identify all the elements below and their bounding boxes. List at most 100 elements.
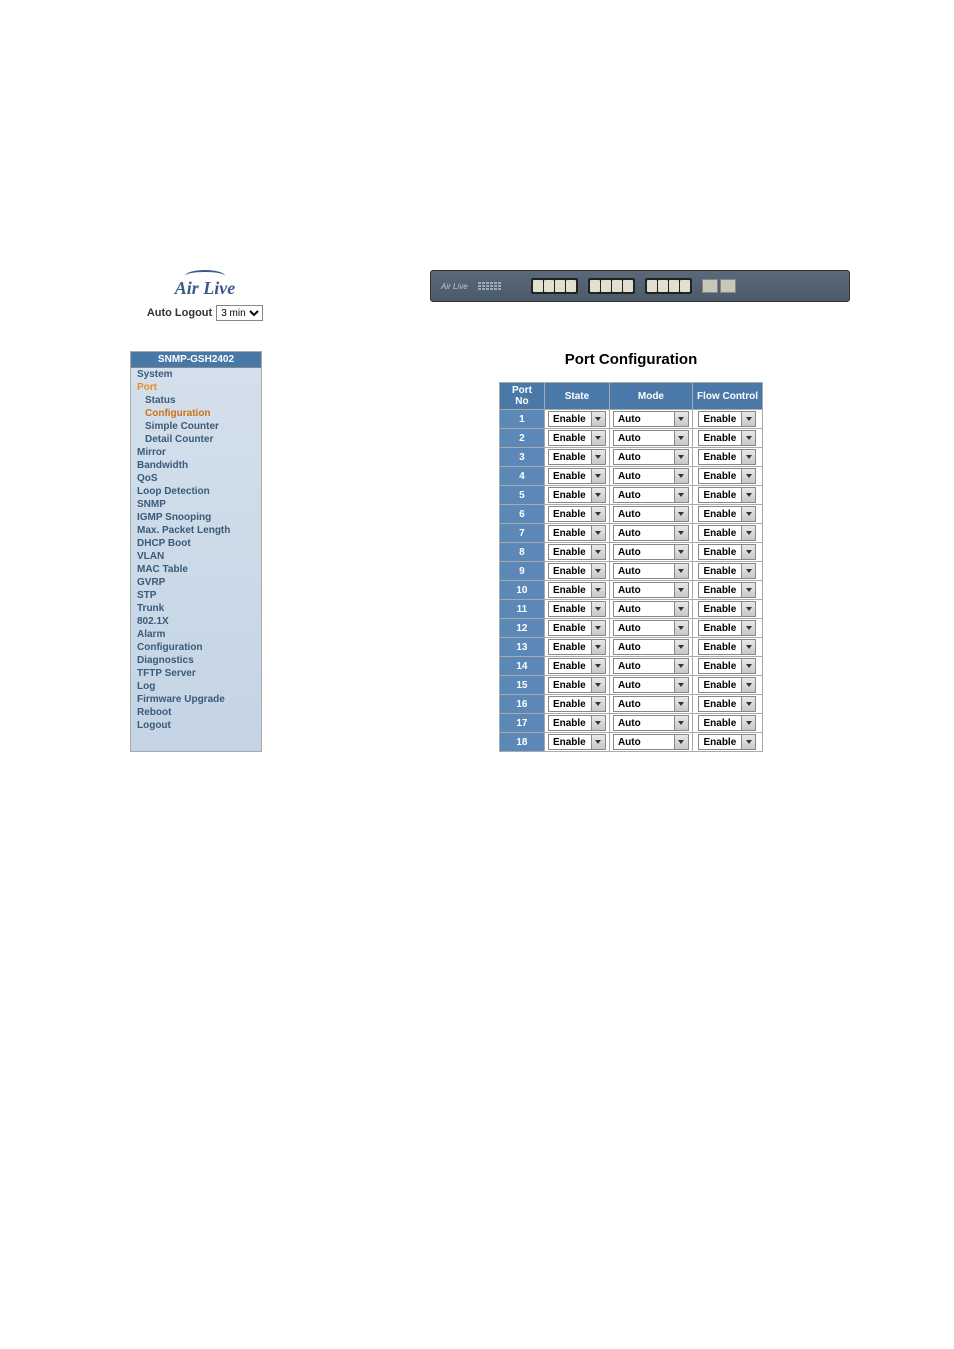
state-select[interactable]: Enable — [548, 449, 606, 465]
flow-select[interactable]: Enable — [698, 525, 756, 541]
table-row: 13EnableAutoEnable — [500, 638, 762, 656]
mode-select[interactable]: Auto — [613, 582, 689, 598]
flow-select[interactable]: Enable — [698, 487, 756, 503]
sidebar-item-reboot[interactable]: Reboot — [131, 706, 261, 719]
state-select[interactable]: Enable — [548, 601, 606, 617]
sidebar-item-simple-counter[interactable]: Simple Counter — [131, 420, 261, 433]
mode-select[interactable]: Auto — [613, 525, 689, 541]
flow-select[interactable]: Enable — [698, 677, 756, 693]
sidebar-item-log[interactable]: Log — [131, 680, 261, 693]
mode-select[interactable]: Auto — [613, 639, 689, 655]
sidebar-item-max-packet-length[interactable]: Max. Packet Length — [131, 524, 261, 537]
mode-select[interactable]: Auto — [613, 506, 689, 522]
state-select[interactable]: Enable — [548, 430, 606, 446]
port-no-cell: 10 — [500, 581, 544, 599]
sidebar-item-802-1x[interactable]: 802.1X — [131, 615, 261, 628]
sidebar-item-vlan[interactable]: VLAN — [131, 550, 261, 563]
flow-select[interactable]: Enable — [698, 658, 756, 674]
sidebar-item-loop-detection[interactable]: Loop Detection — [131, 485, 261, 498]
sidebar-item-mirror[interactable]: Mirror — [131, 446, 261, 459]
mode-select-value: Auto — [614, 490, 674, 501]
sidebar-item-qos[interactable]: QoS — [131, 472, 261, 485]
flow-select[interactable]: Enable — [698, 468, 756, 484]
mode-select-value: Auto — [614, 509, 674, 520]
flow-select[interactable]: Enable — [698, 411, 756, 427]
mode-select[interactable]: Auto — [613, 734, 689, 750]
flow-select[interactable]: Enable — [698, 734, 756, 750]
mode-select[interactable]: Auto — [613, 411, 689, 427]
flow-select[interactable]: Enable — [698, 639, 756, 655]
sidebar-item-configuration[interactable]: Configuration — [131, 641, 261, 654]
flow-select-value: Enable — [699, 414, 741, 425]
sidebar-item-port[interactable]: Port — [131, 381, 261, 394]
state-select[interactable]: Enable — [548, 582, 606, 598]
state-select[interactable]: Enable — [548, 620, 606, 636]
flow-select[interactable]: Enable — [698, 430, 756, 446]
mode-select[interactable]: Auto — [613, 449, 689, 465]
state-select[interactable]: Enable — [548, 544, 606, 560]
sidebar-item-snmp[interactable]: SNMP — [131, 498, 261, 511]
state-select[interactable]: Enable — [548, 411, 606, 427]
sidebar-item-tftp-server[interactable]: TFTP Server — [131, 667, 261, 680]
flow-select[interactable]: Enable — [698, 449, 756, 465]
state-select[interactable]: Enable — [548, 734, 606, 750]
mode-select[interactable]: Auto — [613, 696, 689, 712]
flow-select-cell: Enable — [693, 486, 762, 504]
sidebar-item-mac-table[interactable]: MAC Table — [131, 563, 261, 576]
flow-select-value: Enable — [699, 642, 741, 653]
flow-select[interactable]: Enable — [698, 582, 756, 598]
sidebar-item-detail-counter[interactable]: Detail Counter — [131, 433, 261, 446]
state-select-cell: Enable — [545, 657, 609, 675]
auto-logout-select[interactable]: 3 min — [216, 305, 263, 321]
sidebar-item-system[interactable]: System — [131, 368, 261, 381]
mode-select[interactable]: Auto — [613, 620, 689, 636]
flow-select[interactable]: Enable — [698, 715, 756, 731]
mode-select[interactable]: Auto — [613, 658, 689, 674]
state-select[interactable]: Enable — [548, 639, 606, 655]
sidebar-item-firmware-upgrade[interactable]: Firmware Upgrade — [131, 693, 261, 706]
sidebar-item-trunk[interactable]: Trunk — [131, 602, 261, 615]
auto-logout-label: Auto Logout — [147, 307, 212, 319]
sidebar-item-logout[interactable]: Logout — [131, 719, 261, 732]
state-select[interactable]: Enable — [548, 715, 606, 731]
mode-select[interactable]: Auto — [613, 430, 689, 446]
flow-select-value: Enable — [699, 528, 741, 539]
state-select[interactable]: Enable — [548, 677, 606, 693]
sidebar-item-bandwidth[interactable]: Bandwidth — [131, 459, 261, 472]
state-select[interactable]: Enable — [548, 468, 606, 484]
sidebar-item-status[interactable]: Status — [131, 394, 261, 407]
sidebar-item-igmp-snooping[interactable]: IGMP Snooping — [131, 511, 261, 524]
sidebar-item-diagnostics[interactable]: Diagnostics — [131, 654, 261, 667]
flow-select[interactable]: Enable — [698, 506, 756, 522]
mode-select[interactable]: Auto — [613, 544, 689, 560]
mode-select-cell: Auto — [610, 543, 692, 561]
state-select[interactable]: Enable — [548, 563, 606, 579]
mode-select[interactable]: Auto — [613, 563, 689, 579]
flow-select[interactable]: Enable — [698, 601, 756, 617]
state-select[interactable]: Enable — [548, 525, 606, 541]
flow-select[interactable]: Enable — [698, 544, 756, 560]
chevron-down-icon — [674, 564, 688, 578]
flow-select[interactable]: Enable — [698, 620, 756, 636]
state-select[interactable]: Enable — [548, 487, 606, 503]
sidebar-item-stp[interactable]: STP — [131, 589, 261, 602]
state-select[interactable]: Enable — [548, 506, 606, 522]
sidebar-item-alarm[interactable]: Alarm — [131, 628, 261, 641]
chevron-down-icon — [674, 640, 688, 654]
mode-select[interactable]: Auto — [613, 487, 689, 503]
flow-select[interactable]: Enable — [698, 563, 756, 579]
mode-select[interactable]: Auto — [613, 715, 689, 731]
chevron-down-icon — [741, 659, 755, 673]
state-select-value: Enable — [549, 433, 591, 444]
state-select[interactable]: Enable — [548, 658, 606, 674]
sidebar-item-dhcp-boot[interactable]: DHCP Boot — [131, 537, 261, 550]
state-select[interactable]: Enable — [548, 696, 606, 712]
mode-select-cell: Auto — [610, 448, 692, 466]
flow-select[interactable]: Enable — [698, 696, 756, 712]
mode-select-value: Auto — [614, 433, 674, 444]
mode-select[interactable]: Auto — [613, 468, 689, 484]
sidebar-item-gvrp[interactable]: GVRP — [131, 576, 261, 589]
sidebar-item-configuration[interactable]: Configuration — [131, 407, 261, 420]
mode-select[interactable]: Auto — [613, 601, 689, 617]
mode-select[interactable]: Auto — [613, 677, 689, 693]
